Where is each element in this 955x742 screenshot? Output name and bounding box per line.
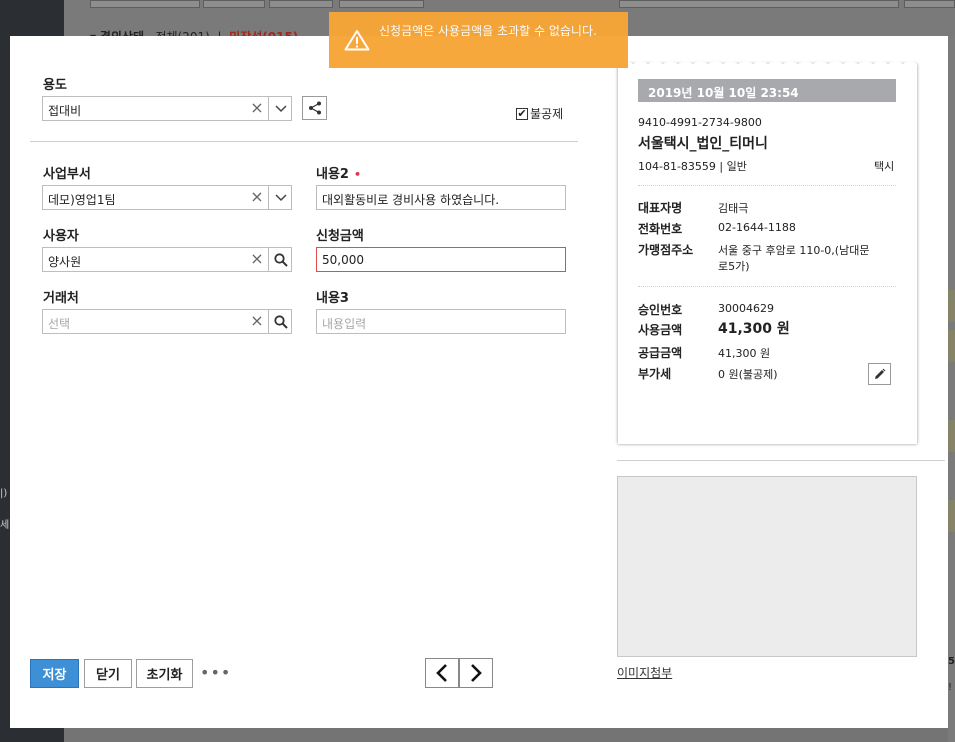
user-field[interactable]: 양사원 × [42,247,292,272]
card-number: 9410-4991-2734-9800 [638,116,762,129]
representative-value: 김태극 [718,202,749,215]
share-button[interactable] [302,96,327,120]
receipt-datetime: 2019년 10월 10일 23:54 [638,79,896,102]
image-attach-link[interactable]: 이미지첨부 [617,664,672,681]
phone-label: 전화번호 [638,222,683,236]
prev-button[interactable] [425,658,459,688]
use-amount-label: 사용금액 [638,323,683,337]
purpose-value: 접대비 [48,104,82,118]
receipt-bottom-edge [618,437,917,444]
toolbar-button [339,0,424,8]
department-select[interactable]: 데모)영업1팀 × [42,185,292,210]
user-label: 사용자 [43,229,79,244]
background-right-column [948,36,955,742]
vat-label: 부가세 [638,367,672,381]
department-label: 사업부서 [43,167,91,182]
content2-label: 내용2 • [316,167,361,182]
toast-message: 신청금액은 사용금액을 초과할 수 없습니다. [379,24,597,38]
background-fragment: 5 [948,656,955,667]
background-row [948,330,955,362]
request-amount-input[interactable]: 50,000 [316,247,566,272]
image-preview-area[interactable] [617,476,917,657]
required-mark: • [353,168,361,181]
reset-button[interactable]: 초기화 [136,659,193,688]
background-row [948,420,955,452]
department-value: 데모)영업1팀 [48,193,116,207]
content2-value: 대외활동비로 경비사용 하였습니다. [322,193,500,207]
receipt-card: 2019년 10월 10일 23:54 9410-4991-2734-9800 … [618,61,917,444]
chevron-down-icon[interactable] [268,186,292,209]
address-line-1: 서울 중구 후암로 110-0,(남대문 [718,244,870,257]
warning-icon [344,30,370,51]
edit-button[interactable] [868,363,891,385]
merchant-name: 서울택시_법인_티머니 [638,136,768,152]
background-row [948,500,955,532]
request-amount-label: 신청금액 [316,229,364,244]
content3-label: 내용3 [316,291,349,306]
vendor-field[interactable]: 선택 × [42,309,292,334]
address-label: 가맹점주소 [638,243,694,257]
merchant-category: 택시 [874,160,895,173]
chevron-right-icon [471,664,482,682]
search-icon[interactable] [268,248,292,271]
clear-icon[interactable]: × [249,251,265,267]
expense-detail-modal: 용도 접대비 × ✔ 불공제 사업부서 데모)영업1팀 × 내용2 • 대외활동비… [10,36,948,728]
toolbar-button [269,0,333,8]
clear-icon[interactable]: × [249,100,265,116]
search-icon[interactable] [268,310,292,333]
chevron-down-icon[interactable] [268,97,292,120]
vendor-placeholder: 선택 [48,317,71,331]
representative-label: 대표자명 [638,201,683,215]
supply-amount-label: 공급금액 [638,346,683,360]
chevron-left-icon [436,664,447,682]
toolbar-button [90,0,200,8]
content3-placeholder: 내용입력 [322,317,367,331]
non-deductible-label: 불공제 [530,107,564,121]
content3-input[interactable]: 내용입력 [316,309,566,334]
warning-toast: 신청금액은 사용금액을 초과할 수 없습니다. [329,12,628,68]
background-fragment: |) [0,488,8,499]
toolbar-button [203,0,265,8]
background-row [948,290,955,322]
content2-input[interactable]: 대외활동비로 경비사용 하였습니다. [316,185,566,210]
pencil-icon [875,368,886,379]
business-number: 104-81-83559 | 일반 [638,160,747,173]
clear-icon[interactable]: × [249,313,265,329]
approval-value: 30004629 [718,302,774,315]
purpose-select[interactable]: 접대비 × [42,96,292,121]
purpose-label: 용도 [43,78,67,93]
user-value: 양사원 [48,255,82,269]
save-button[interactable]: 저장 [30,659,79,688]
receipt-separator [638,185,896,186]
request-amount-value: 50,000 [322,253,364,267]
more-options-button[interactable]: ••• [200,663,231,682]
clear-icon[interactable]: × [249,189,265,205]
vat-value: 0 원(불공제) [718,368,778,381]
address-line-2: 로5가) [718,260,750,273]
checkbox-box[interactable]: ✔ [516,107,528,120]
approval-label: 승인번호 [638,303,683,317]
non-deductible-checkbox[interactable]: ✔ 불공제 [516,105,563,122]
receipt-separator [638,286,896,287]
use-amount-value: 41,300 원 [718,321,790,337]
next-button[interactable] [459,658,493,688]
phone-value: 02-1644-1188 [718,221,796,234]
receipt-top-edge [618,61,917,68]
vendor-label: 거래처 [43,291,79,306]
supply-amount-value: 41,300 원 [718,347,771,360]
toolbar-button [904,0,955,8]
background-fragment: ! [948,682,953,693]
share-icon [308,101,321,115]
section-divider [30,141,578,142]
toolbar-search [619,0,899,8]
close-button[interactable]: 닫기 [84,659,132,688]
section-divider [617,460,945,461]
